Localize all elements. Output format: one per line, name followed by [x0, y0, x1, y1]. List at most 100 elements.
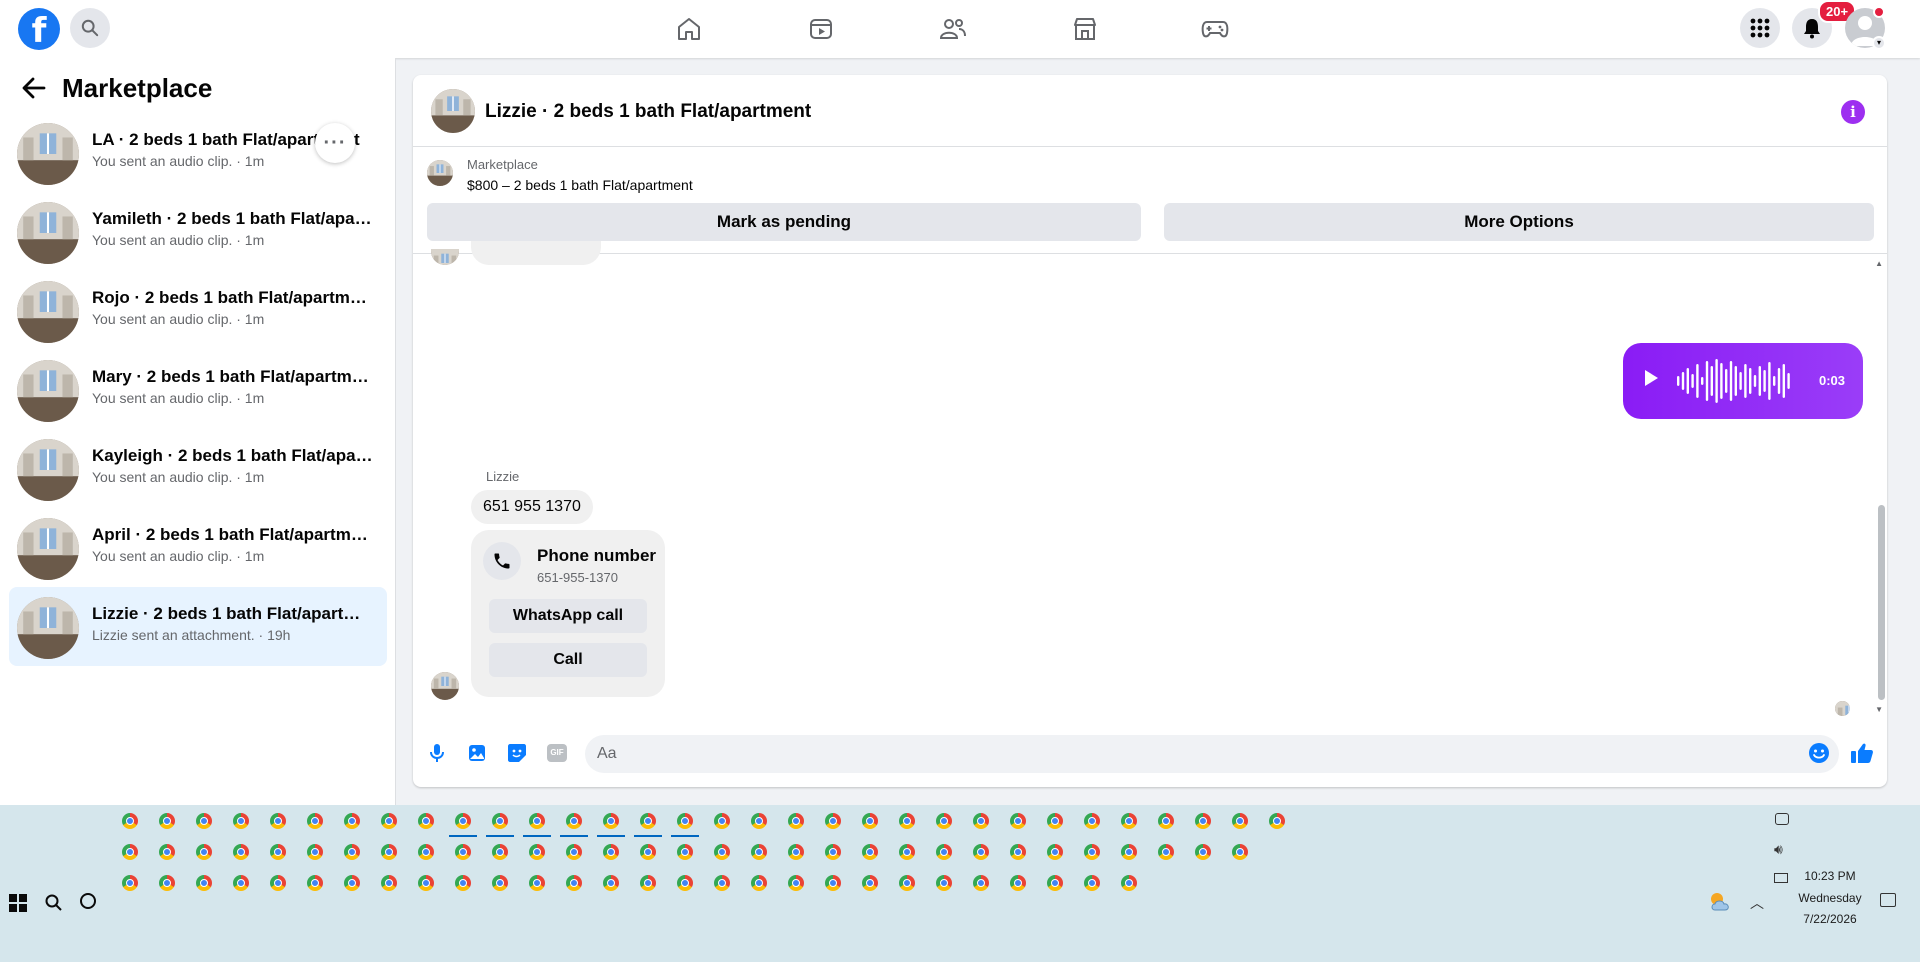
- chrome-icon[interactable]: [344, 813, 360, 829]
- listing-thumbnail[interactable]: [431, 89, 475, 133]
- chrome-icon[interactable]: [122, 875, 138, 891]
- message-input[interactable]: [585, 735, 1839, 773]
- chrome-icon[interactable]: [1010, 813, 1026, 829]
- chrome-icon[interactable]: [233, 813, 249, 829]
- chrome-icon[interactable]: [307, 875, 323, 891]
- action-center-icon[interactable]: [1880, 893, 1896, 907]
- chrome-icon[interactable]: [233, 844, 249, 860]
- chrome-icon[interactable]: [492, 844, 508, 860]
- scroll-up-arrow[interactable]: ▲: [1875, 259, 1883, 268]
- chrome-icon[interactable]: [455, 844, 471, 860]
- chrome-icon[interactable]: [270, 844, 286, 860]
- chrome-icon[interactable]: [825, 875, 841, 891]
- conversation-item[interactable]: LA · 2 beds 1 bath Flat/apartment You sen…: [9, 113, 387, 192]
- chrome-icon[interactable]: [1047, 875, 1063, 891]
- message-thread[interactable]: 0:03 Lizzie 651 955 1370 Phone number 65…: [413, 241, 1887, 719]
- chrome-icon[interactable]: [1232, 813, 1248, 829]
- chrome-icon[interactable]: [122, 844, 138, 860]
- conversation-item[interactable]: Yamileth · 2 beds 1 bath Flat/apart... Yo…: [9, 192, 387, 271]
- chrome-icon[interactable]: [122, 813, 138, 829]
- chrome-icon[interactable]: [492, 875, 508, 891]
- chrome-icon[interactable]: [196, 875, 212, 891]
- chrome-icon[interactable]: [640, 813, 656, 829]
- chrome-icon[interactable]: [566, 875, 582, 891]
- chrome-icon[interactable]: [307, 813, 323, 829]
- photo-button[interactable]: [463, 739, 491, 767]
- scrollbar-thumb[interactable]: [1878, 505, 1885, 700]
- chrome-icon[interactable]: [825, 813, 841, 829]
- sticker-button[interactable]: [503, 739, 531, 767]
- chrome-icon[interactable]: [714, 875, 730, 891]
- network-icon[interactable]: [1774, 873, 1788, 883]
- chrome-icon[interactable]: [936, 875, 952, 891]
- meet-now-icon[interactable]: [1775, 813, 1789, 825]
- chrome-icon[interactable]: [418, 875, 434, 891]
- call-button[interactable]: Call: [489, 643, 647, 677]
- chrome-icon[interactable]: [899, 844, 915, 860]
- chrome-icon[interactable]: [1195, 813, 1211, 829]
- listing-price[interactable]: $800 – 2 beds 1 bath Flat/apartment: [467, 177, 693, 193]
- chrome-icon[interactable]: [344, 844, 360, 860]
- microphone-button[interactable]: [423, 739, 451, 767]
- conversation-item[interactable]: Mary · 2 beds 1 bath Flat/apartment You s…: [9, 350, 387, 429]
- chrome-icon[interactable]: [1269, 813, 1285, 829]
- chrome-icon[interactable]: [677, 875, 693, 891]
- chrome-icon[interactable]: [603, 844, 619, 860]
- chevron-up-icon[interactable]: ︿: [1750, 893, 1764, 913]
- phone-message-bubble[interactable]: 651 955 1370: [471, 490, 593, 524]
- chrome-icon[interactable]: [1121, 813, 1137, 829]
- chrome-icon[interactable]: [1232, 844, 1248, 860]
- more-options-icon[interactable]: ···: [315, 123, 355, 163]
- chrome-icon[interactable]: [492, 813, 508, 829]
- chrome-icon[interactable]: [714, 813, 730, 829]
- chrome-icon[interactable]: [788, 813, 804, 829]
- chrome-icon[interactable]: [714, 844, 730, 860]
- chrome-icon[interactable]: [788, 875, 804, 891]
- chrome-icon[interactable]: [603, 875, 619, 891]
- chrome-icon[interactable]: [159, 813, 175, 829]
- chrome-icon[interactable]: [159, 844, 175, 860]
- chevron-down-icon[interactable]: ▾: [1872, 36, 1886, 50]
- chrome-icon[interactable]: [270, 875, 286, 891]
- nav-gaming[interactable]: [1197, 11, 1233, 47]
- mark-as-pending-button[interactable]: Mark as pending: [427, 203, 1141, 241]
- chrome-icon[interactable]: [751, 844, 767, 860]
- chrome-icon[interactable]: [1158, 844, 1174, 860]
- audio-message-bubble[interactable]: 0:03: [1623, 343, 1863, 419]
- chrome-icon[interactable]: [1084, 813, 1100, 829]
- chrome-icon[interactable]: [344, 875, 360, 891]
- chrome-icon[interactable]: [1084, 875, 1100, 891]
- chrome-icon[interactable]: [196, 813, 212, 829]
- cortana-icon[interactable]: [80, 893, 96, 909]
- chrome-icon[interactable]: [973, 844, 989, 860]
- chrome-icon[interactable]: [307, 844, 323, 860]
- chrome-icon[interactable]: [677, 844, 693, 860]
- chrome-icon[interactable]: [788, 844, 804, 860]
- nav-home[interactable]: [671, 11, 707, 47]
- nav-marketplace[interactable]: [1067, 11, 1103, 47]
- conversation-item[interactable]: Rojo · 2 beds 1 bath Flat/apartment You s…: [9, 271, 387, 350]
- clock-day[interactable]: Wednesday: [1795, 891, 1865, 905]
- chrome-icon[interactable]: [899, 813, 915, 829]
- chrome-icon[interactable]: [936, 813, 952, 829]
- windows-start-icon[interactable]: [9, 894, 27, 912]
- chrome-icon[interactable]: [529, 844, 545, 860]
- chrome-icon[interactable]: [640, 875, 656, 891]
- nav-friends[interactable]: [935, 11, 971, 47]
- whatsapp-call-button[interactable]: WhatsApp call: [489, 599, 647, 633]
- back-button[interactable]: [18, 72, 50, 104]
- search-button[interactable]: [70, 8, 110, 48]
- chrome-icon[interactable]: [566, 844, 582, 860]
- nav-watch[interactable]: [803, 11, 839, 47]
- conversation-item[interactable]: April · 2 beds 1 bath Flat/apartment You …: [9, 508, 387, 587]
- chrome-icon[interactable]: [862, 813, 878, 829]
- emoji-button[interactable]: [1805, 739, 1833, 767]
- chrome-icon[interactable]: [825, 844, 841, 860]
- facebook-logo-icon[interactable]: f: [18, 8, 60, 50]
- chrome-icon[interactable]: [973, 875, 989, 891]
- chrome-icon[interactable]: [899, 875, 915, 891]
- more-options-button[interactable]: More Options: [1164, 203, 1874, 241]
- chrome-icon[interactable]: [566, 813, 582, 829]
- chrome-icon[interactable]: [455, 813, 471, 829]
- chrome-icon[interactable]: [1047, 813, 1063, 829]
